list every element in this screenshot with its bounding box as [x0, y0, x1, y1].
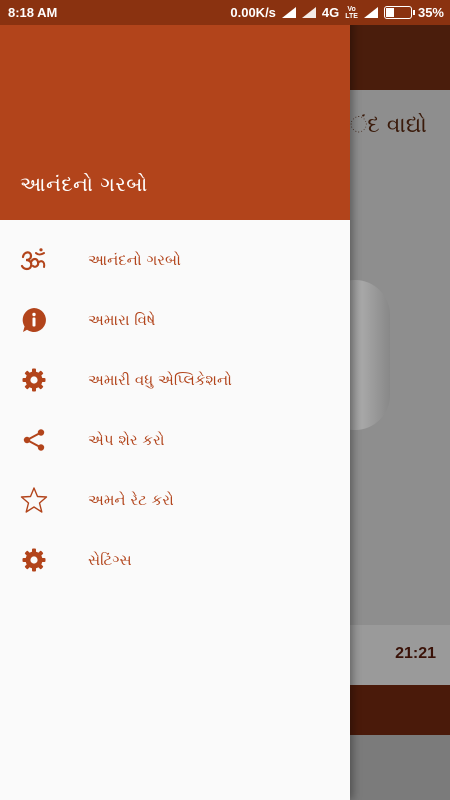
- background-app: ંદ વાદ્યો 21:21: [320, 25, 450, 800]
- drawer-title: આનંદનો ગરબો: [20, 172, 148, 196]
- volte-icon: Vo LTE: [345, 5, 358, 20]
- menu-item-label: આનંદનો ગરબો: [88, 251, 181, 269]
- menu-item-label: અમારા વિષે: [88, 311, 156, 329]
- track-time: 21:21: [395, 645, 436, 662]
- menu-item-label: એપ શેર કરો: [88, 431, 165, 449]
- battery-icon: [383, 6, 415, 19]
- background-player: 21:21: [350, 625, 450, 685]
- signal-icon: [301, 7, 316, 18]
- share-icon: [20, 426, 48, 454]
- gear-icon: [20, 366, 48, 394]
- status-bar: 8:18 AM 0.00K/s 4G Vo LTE 35%: [0, 0, 450, 25]
- network-speed: 0.00K/s: [230, 5, 276, 20]
- signal-icon: [363, 7, 378, 18]
- menu-item-share-app[interactable]: એપ શેર કરો: [0, 410, 350, 470]
- network-type: 4G: [321, 5, 340, 20]
- menu-item-label: સેટિંગ્સ: [88, 551, 132, 569]
- menu-item-rate-us[interactable]: અમને રેટ કરો: [0, 470, 350, 530]
- menu-item-settings[interactable]: સેટિંગ્સ: [0, 530, 350, 590]
- menu-item-label: અમને રેટ કરો: [88, 491, 174, 509]
- info-icon: [20, 306, 48, 334]
- om-icon: [20, 246, 48, 274]
- menu-item-label: અમારી વધુ એપ્લિકેશનો: [88, 371, 232, 389]
- star-icon: [20, 486, 48, 514]
- gear-icon: [20, 546, 48, 574]
- navigation-drawer: આનંદનો ગરબો આનંદનો ગરબો અમારા વિષે અમારી…: [0, 0, 350, 800]
- background-title: ંદ વાદ્યો: [350, 113, 427, 138]
- background-controls-bar: [350, 685, 450, 735]
- background-bottom: [350, 735, 450, 800]
- menu-item-about-us[interactable]: અમારા વિષે: [0, 290, 350, 350]
- drawer-menu: આનંદનો ગરબો અમારા વિષે અમારી વધુ એપ્લિકે…: [0, 230, 350, 590]
- status-indicators: 0.00K/s 4G Vo LTE 35%: [230, 5, 444, 20]
- menu-item-anando-garbo[interactable]: આનંદનો ગરબો: [0, 230, 350, 290]
- background-toolbar: [350, 25, 450, 90]
- status-time: 8:18 AM: [8, 5, 58, 20]
- signal-icon: [281, 7, 296, 18]
- menu-item-more-apps[interactable]: અમારી વધુ એપ્લિકેશનો: [0, 350, 350, 410]
- battery-percentage: 35%: [417, 5, 444, 20]
- drawer-header: આનંદનો ગરબો: [0, 25, 350, 220]
